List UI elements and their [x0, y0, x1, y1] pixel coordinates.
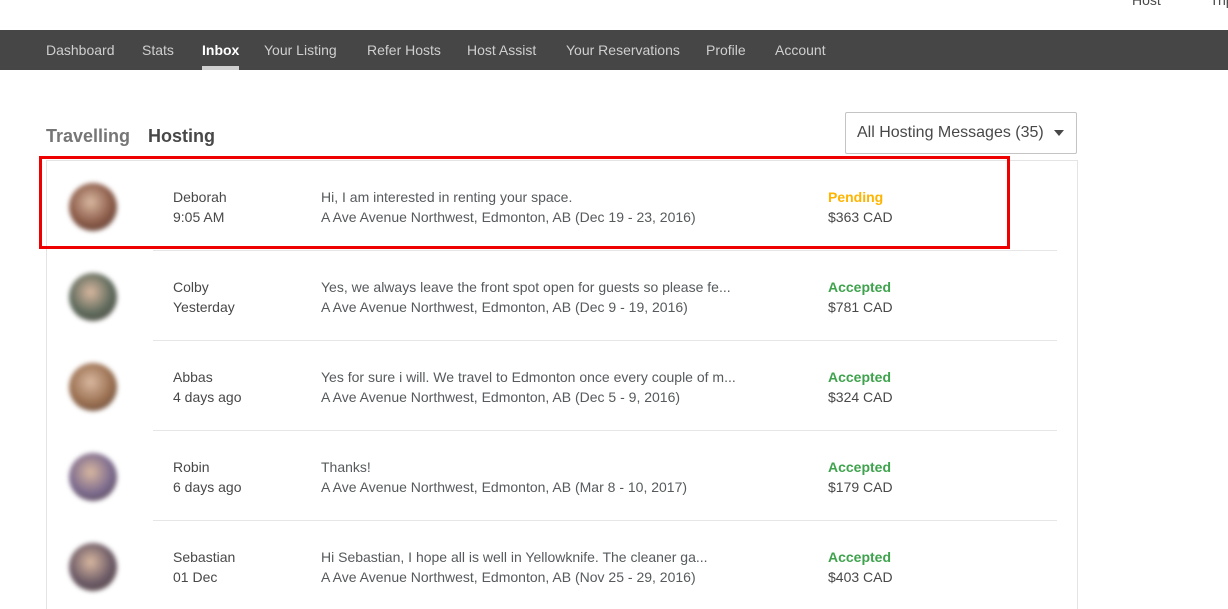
guest-name: Colby [173, 279, 209, 295]
nav-item-stats[interactable]: Stats [142, 30, 174, 70]
listing-location: A Ave Avenue Northwest, Edmonton, AB (De… [321, 209, 696, 225]
message-time: 4 days ago [173, 389, 242, 405]
listing-location: A Ave Avenue Northwest, Edmonton, AB (Ma… [321, 479, 688, 495]
tab-hosting[interactable]: Hosting [148, 126, 215, 147]
status-badge: Accepted [828, 549, 892, 565]
tab-travelling[interactable]: Travelling [46, 126, 130, 147]
listing-location: A Ave Avenue Northwest, Edmonton, AB (De… [321, 299, 688, 315]
message-row[interactable]: Deborah 9:05 AM Hi, I am interested in r… [47, 161, 1077, 251]
message-preview: Hi Sebastian, I hope all is well in Yell… [321, 549, 708, 565]
guest-name: Sebastian [173, 549, 236, 565]
guest-name: Robin [173, 459, 210, 475]
message-list: Deborah 9:05 AM Hi, I am interested in r… [46, 160, 1078, 609]
reservation-price: $781 CAD [828, 299, 893, 315]
reservation-price: $403 CAD [828, 569, 893, 585]
message-row[interactable]: Abbas 4 days ago Yes for sure i will. We… [47, 341, 1077, 431]
guest-name: Deborah [173, 189, 227, 205]
avatar [69, 543, 117, 591]
status-badge: Accepted [828, 279, 892, 295]
avatar [69, 183, 117, 231]
message-preview: Yes, we always leave the front spot open… [321, 279, 731, 295]
message-filter-value: All Hosting Messages (35) [857, 124, 1044, 141]
avatar [69, 453, 117, 501]
nav-item-your-reservations[interactable]: Your Reservations [566, 30, 680, 70]
message-time: Yesterday [173, 299, 235, 315]
top-link-trips[interactable]: Trip [1210, 0, 1228, 8]
nav-item-refer-hosts[interactable]: Refer Hosts [367, 30, 441, 70]
message-preview: Yes for sure i will. We travel to Edmont… [321, 369, 736, 385]
nav-item-host-assist[interactable]: Host Assist [467, 30, 536, 70]
listing-location: A Ave Avenue Northwest, Edmonton, AB (No… [321, 569, 696, 585]
reservation-price: $324 CAD [828, 389, 893, 405]
avatar [69, 273, 117, 321]
nav-item-your-listing[interactable]: Your Listing [264, 30, 337, 70]
message-time: 6 days ago [173, 479, 242, 495]
chevron-down-icon [1054, 130, 1064, 136]
avatar [69, 363, 117, 411]
message-row[interactable]: Sebastian 01 Dec Hi Sebastian, I hope al… [47, 521, 1077, 609]
nav-item-profile[interactable]: Profile [706, 30, 746, 70]
message-time: 01 Dec [173, 569, 218, 585]
message-row[interactable]: Robin 6 days ago Thanks! A Ave Avenue No… [47, 431, 1077, 521]
status-badge: Accepted [828, 459, 892, 475]
nav-item-account[interactable]: Account [775, 30, 826, 70]
reservation-price: $179 CAD [828, 479, 893, 495]
reservation-price: $363 CAD [828, 209, 893, 225]
message-row[interactable]: Colby Yesterday Yes, we always leave the… [47, 251, 1077, 341]
guest-name: Abbas [173, 369, 213, 385]
top-link-host[interactable]: Host [1132, 0, 1161, 8]
message-filter-select[interactable]: All Hosting Messages (35) [845, 112, 1077, 154]
nav-item-dashboard[interactable]: Dashboard [46, 30, 115, 70]
status-badge: Pending [828, 189, 884, 205]
message-time: 9:05 AM [173, 209, 225, 225]
status-badge: Accepted [828, 369, 892, 385]
message-preview: Thanks! [321, 459, 371, 475]
top-bar: Host Trip [0, 0, 1228, 30]
main-nav: Dashboard Stats Inbox Your Listing Refer… [0, 30, 1228, 70]
message-preview: Hi, I am interested in renting your spac… [321, 189, 573, 205]
nav-item-inbox[interactable]: Inbox [202, 30, 240, 70]
listing-location: A Ave Avenue Northwest, Edmonton, AB (De… [321, 389, 681, 405]
